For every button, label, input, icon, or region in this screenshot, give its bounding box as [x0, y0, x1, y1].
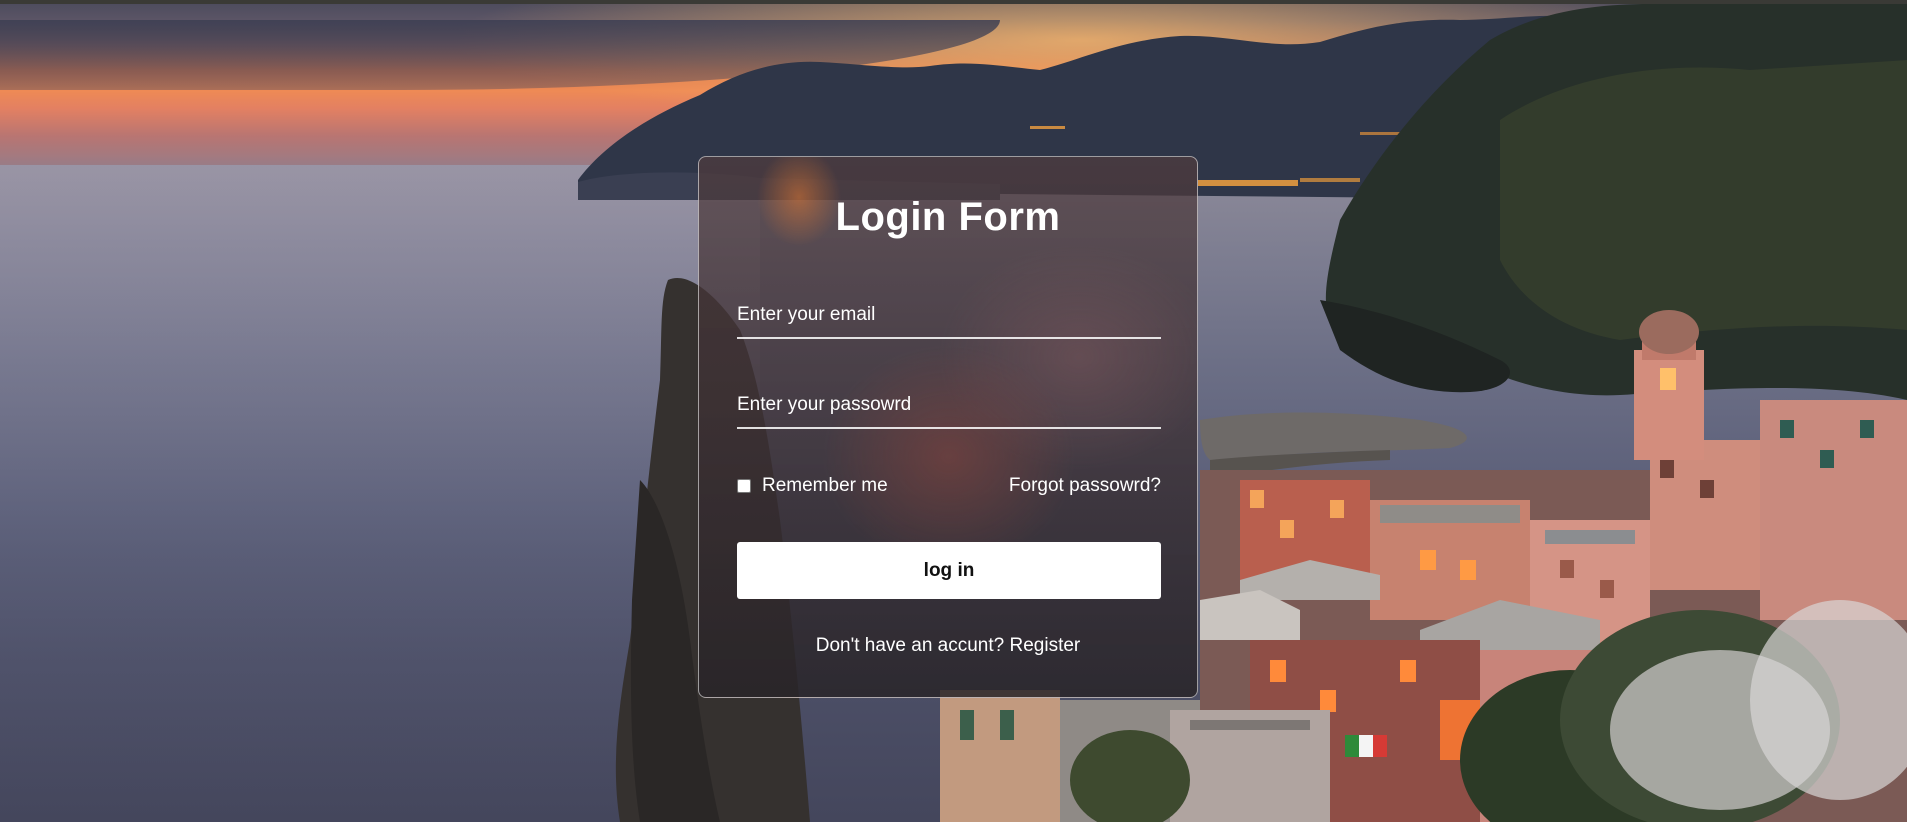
password-input[interactable] [737, 383, 1161, 427]
forgot-password-link[interactable]: Forgot passowrd? [1009, 475, 1161, 497]
email-field-wrapper [737, 293, 1161, 339]
login-card: Login Form Remember me Forgot passowrd? … [698, 156, 1198, 698]
remember-me-checkbox[interactable] [737, 479, 751, 493]
register-row: Don't have an accunt? Register [699, 635, 1197, 657]
login-form-title: Login Form [835, 195, 1061, 239]
register-prompt: Don't have an accunt? [815, 635, 1005, 656]
page-background: Login Form Remember me Forgot passowrd? … [0, 0, 1907, 822]
login-button[interactable]: log in [737, 542, 1161, 599]
email-input[interactable] [737, 293, 1161, 337]
login-options-row: Remember me Forgot passowrd? [737, 475, 1161, 501]
top-bar [0, 0, 1907, 4]
register-link[interactable]: Register [1010, 635, 1081, 656]
password-field-wrapper [737, 383, 1161, 429]
remember-me-label: Remember me [762, 475, 888, 496]
remember-me-toggle[interactable]: Remember me [737, 475, 888, 497]
